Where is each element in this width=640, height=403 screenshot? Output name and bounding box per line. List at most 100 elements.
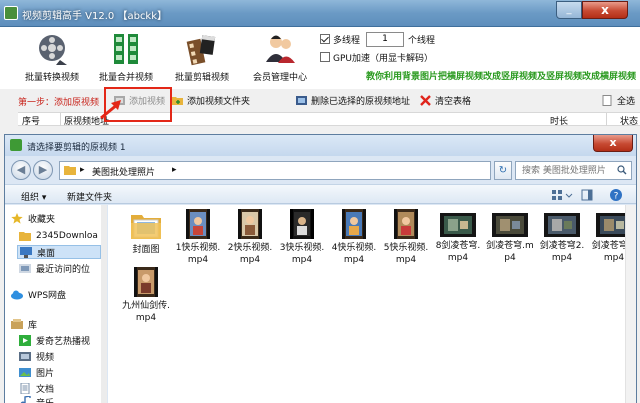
new-folder-button[interactable]: 新建文件夹 — [67, 190, 112, 203]
tool-label: 会员管理中心 — [252, 73, 307, 83]
batch-convert-button[interactable]: 批量转换视频 — [12, 32, 92, 83]
nav-label: 视频 — [36, 352, 55, 363]
toolbar: 批量转换视频 批量合并视频 批量剪辑视频 会员管理中心 多线程 1 个线程 GP… — [0, 27, 640, 89]
filmstrip-thumbnail-icon — [544, 213, 580, 237]
dialog-app-icon — [10, 139, 22, 151]
search-input[interactable] — [515, 161, 632, 180]
file-name: 封面图 — [132, 245, 160, 255]
file-item-video[interactable]: 3快乐视频.mp4 — [276, 209, 328, 266]
multithread-checkbox[interactable] — [320, 34, 330, 44]
file-name: 4快乐视频.mp4 — [331, 243, 377, 265]
file-item-video[interactable]: 九州仙剑传.mp4 — [120, 267, 172, 324]
back-button[interactable]: ◀ — [11, 160, 31, 180]
video-thumbnail-icon — [186, 209, 210, 239]
file-name: 剑凌苍穹.mp4 — [486, 241, 534, 263]
col-status[interactable]: 状态 — [620, 114, 638, 127]
search-icon — [617, 165, 627, 175]
recent-icon — [19, 263, 31, 273]
preview-pane-icon[interactable] — [581, 189, 593, 201]
app-title: 视频剪辑高手 V12.0 【abckk】 — [22, 11, 168, 22]
film-strip-icon — [114, 34, 138, 64]
file-name: 剑凌苍穹2.mp4 — [539, 241, 585, 263]
clear-table-label: 清空表格 — [435, 97, 472, 107]
member-center-button[interactable]: 会员管理中心 — [240, 32, 320, 83]
film-reel-icon — [39, 35, 67, 65]
clapper-film-icon — [186, 35, 216, 66]
video-thumbnail-icon — [290, 209, 314, 239]
file-name: 8剑凌苍穹.mp4 — [435, 241, 481, 263]
video-icon — [19, 351, 31, 361]
file-item-video[interactable]: 1快乐视频.mp4 — [172, 209, 224, 266]
video-thumbnail-icon — [238, 209, 262, 239]
tool-label: 批量合并视频 — [98, 73, 153, 83]
video-thumbnail-icon — [394, 209, 418, 239]
path-end-chevron[interactable]: ▸ — [172, 165, 177, 175]
forward-button[interactable]: ▶ — [33, 160, 53, 180]
col-index[interactable]: 序号 — [22, 114, 40, 127]
nav-label: 爱奇艺热播视 — [36, 336, 91, 347]
thread-unit-label: 个线程 — [408, 35, 436, 46]
clear-table-button[interactable]: 清空表格 — [420, 94, 471, 107]
address-bar[interactable]: ▸ 美图批处理照片 ▸ — [59, 161, 491, 180]
folder-icon — [19, 231, 31, 241]
red-x-icon — [420, 95, 431, 106]
col-duration[interactable]: 时长 — [550, 114, 568, 127]
file-name: 九州仙剑传.mp4 — [122, 301, 170, 323]
file-item-video[interactable]: 4快乐视频.mp4 — [328, 209, 380, 266]
nav-label: 库 — [28, 320, 38, 331]
file-item-filmstrip[interactable]: 剑凌苍穹2.mp4 — [536, 213, 588, 264]
multithread-label: 多线程 — [333, 35, 361, 46]
file-open-dialog: 请选择要剪辑的原视频 1 x ◀ ▶ ▸ 美图批处理照片 ▸ ↻ 组织 ▾ 新建… — [4, 134, 637, 403]
nav-item-libraries[interactable]: 库 — [11, 317, 107, 331]
file-item-folder[interactable]: 封面图 — [120, 211, 172, 256]
step-row: 第一步：添加原视频 添加视频 添加视频文件夹 删除已选择的原视频地址 清空表格 … — [0, 89, 640, 111]
file-item-video[interactable]: 2快乐视频.mp4 — [224, 209, 276, 266]
tool-label: 批量转换视频 — [24, 73, 79, 83]
path-root-chevron[interactable]: ▸ — [80, 165, 85, 175]
help-icon[interactable]: ? — [609, 188, 623, 202]
page-icon — [602, 95, 612, 106]
file-item-video[interactable]: 5快乐视频.mp4 — [380, 209, 432, 266]
nav-label: 收藏夹 — [28, 214, 56, 225]
users-icon — [266, 35, 295, 63]
red-arrow-icon — [100, 100, 121, 120]
file-list-scrollbar[interactable] — [625, 205, 636, 403]
nav-item-wps-cloud[interactable]: WPS网盘 — [11, 287, 107, 301]
nav-label: WPS网盘 — [28, 290, 67, 301]
film-delete-icon — [296, 96, 307, 105]
picture-icon — [19, 367, 31, 377]
view-options-icon[interactable] — [551, 189, 573, 201]
nav-label: 图片 — [36, 368, 55, 379]
command-bar: 组织 ▾ 新建文件夹 ? — [5, 184, 636, 204]
gpu-checkbox[interactable] — [320, 52, 330, 62]
file-item-filmstrip[interactable]: 剑凌苍穹.mp4 — [484, 213, 536, 264]
dialog-title-bar: 请选择要剪辑的原视频 1 x — [5, 135, 636, 156]
dialog-nav-bar: ◀ ▶ ▸ 美图批处理照片 ▸ ↻ — [5, 156, 636, 184]
filmstrip-thumbnail-icon — [440, 213, 476, 237]
nav-scrollbar[interactable] — [101, 205, 107, 403]
thread-count-input[interactable] — [366, 31, 405, 47]
file-item-filmstrip[interactable]: 8剑凌苍穹.mp4 — [432, 213, 484, 264]
music-icon — [20, 396, 31, 403]
dialog-close-button[interactable]: x — [593, 135, 633, 152]
nav-label: 文档 — [36, 384, 55, 395]
batch-merge-button[interactable]: 批量合并视频 — [86, 32, 166, 83]
organize-button[interactable]: 组织 ▾ — [21, 190, 46, 203]
batch-edit-button[interactable]: 批量剪辑视频 — [162, 32, 242, 83]
folder-icon — [64, 166, 76, 175]
nav-label: 2345Downloa — [36, 231, 98, 241]
promo-link[interactable]: 教你利用背景图片把横屏视频改成竖屏视频及竖屏视频改成横屏视频 — [366, 69, 636, 82]
refresh-button[interactable]: ↻ — [494, 161, 512, 180]
nav-item-favorites[interactable]: 收藏夹 — [11, 211, 107, 225]
delete-selected-button[interactable]: 删除已选择的原视频地址 — [296, 94, 410, 107]
path-folder[interactable]: 美图批处理照片 — [92, 165, 155, 178]
nav-item-desktop[interactable]: 桌面 — [17, 245, 101, 259]
file-name: 2快乐视频.mp4 — [227, 243, 273, 265]
close-button[interactable]: x — [582, 1, 628, 19]
nav-label: 最近访问的位 — [36, 264, 91, 275]
add-folder-label: 添加视频文件夹 — [187, 97, 251, 107]
options-panel: 多线程 个线程 GPU加速（用显卡解码） — [320, 31, 435, 67]
minimize-button[interactable]: _ — [556, 1, 582, 19]
select-all-button[interactable]: 全选 — [602, 94, 635, 107]
add-folder-button[interactable]: 添加视频文件夹 — [172, 94, 250, 107]
